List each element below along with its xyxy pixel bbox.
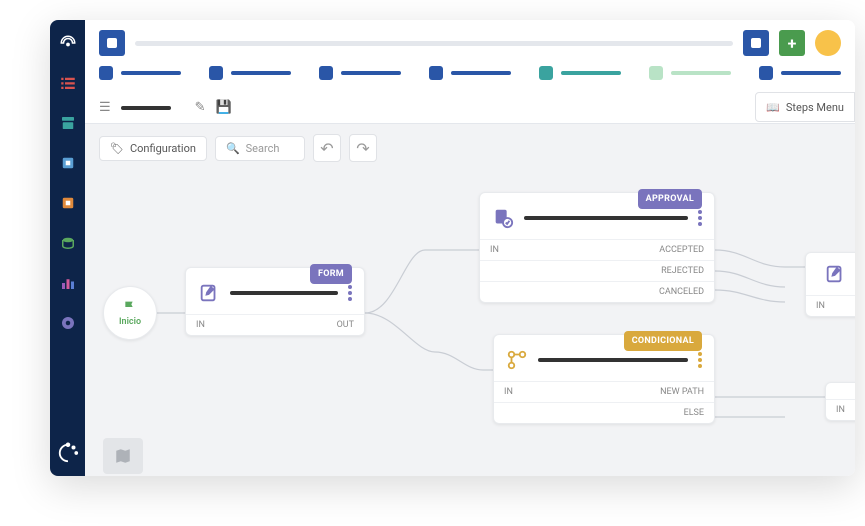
right-mini-node[interactable]: IN [825, 382, 855, 421]
port-newpath: NEW PATH [660, 387, 704, 397]
search-input[interactable]: 🔍 Search [215, 136, 305, 161]
workspace-title [121, 106, 171, 110]
add-button[interactable]: + [779, 30, 805, 56]
approval-menu-icon[interactable] [698, 210, 702, 226]
start-node[interactable]: Inicio [103, 286, 157, 340]
dashboard-icon[interactable] [57, 32, 79, 54]
workspace-toolbar: ☰ ✎ 💾 ⬇ ⛶ [85, 92, 855, 124]
configuration-button[interactable]: 🏷 Configuration [99, 136, 207, 161]
port-in: IN [490, 245, 499, 255]
conditional-node[interactable]: CONDICIONAL IN NEW PATH ELSE [493, 334, 715, 424]
book-icon: 📖 [766, 101, 780, 114]
canvas[interactable]: Inicio FORM IN OUT APPROVAL [85, 172, 855, 476]
form-title [230, 291, 338, 295]
list-icon[interactable] [57, 72, 79, 94]
page-title [135, 41, 733, 46]
approval-node[interactable]: APPROVAL IN ACCEPTED REJECTED CANCELED [479, 192, 715, 303]
form-menu-icon[interactable] [348, 285, 352, 301]
workspace: ☰ ✎ 💾 ⬇ ⛶ 🏷 Configuration 🔍 Search ↶ ↷ [85, 92, 855, 476]
map-icon [114, 447, 132, 465]
form-icon [198, 282, 220, 304]
port-in: IN [196, 320, 205, 330]
action-button[interactable] [743, 30, 769, 56]
form-node[interactable]: FORM IN OUT [185, 267, 365, 336]
config-bar: 🏷 Configuration 🔍 Search ↶ ↷ [85, 124, 855, 172]
save-icon[interactable]: 💾 [216, 100, 232, 115]
start-label: Inicio [119, 317, 141, 327]
edit-icon [824, 263, 846, 285]
main: + ☰ ✎ 💾 ⬇ ⛶ 🏷 [85, 20, 855, 476]
port-else: ELSE [684, 408, 704, 418]
archive-icon[interactable] [57, 112, 79, 134]
tab[interactable] [209, 66, 291, 80]
app-frame: + ☰ ✎ 💾 ⬇ ⛶ 🏷 [50, 20, 855, 476]
logo-icon [57, 442, 79, 464]
search-icon: 🔍 [226, 142, 240, 155]
menu-icon[interactable]: ☰ [99, 100, 111, 115]
port-rejected: REJECTED [661, 266, 704, 276]
tab[interactable] [649, 66, 731, 80]
module-b-icon[interactable] [57, 192, 79, 214]
home-button[interactable] [99, 30, 125, 56]
redo-button[interactable]: ↷ [349, 134, 377, 162]
analytics-icon[interactable] [57, 272, 79, 294]
port-out: OUT [337, 320, 354, 330]
tab[interactable] [99, 66, 181, 80]
tab[interactable] [539, 66, 621, 80]
edit-mini-node[interactable]: IN [805, 252, 855, 317]
port-canceled: CANCELED [659, 287, 704, 297]
undo-button[interactable]: ↶ [313, 134, 341, 162]
flag-icon [122, 299, 138, 315]
tab[interactable] [429, 66, 511, 80]
tab[interactable] [759, 66, 841, 80]
module-a-icon[interactable] [57, 152, 79, 174]
edit-icon[interactable]: ✎ [195, 100, 206, 115]
conditional-menu-icon[interactable] [698, 352, 702, 368]
port-accepted: ACCEPTED [659, 245, 704, 255]
minimap-button[interactable] [103, 438, 143, 474]
steps-menu-button[interactable]: 📖 Steps Menu [755, 92, 855, 122]
approval-icon [492, 207, 514, 229]
conditional-title [538, 358, 688, 362]
sidebar [50, 20, 85, 476]
port-in: IN [816, 301, 825, 311]
branch-icon [506, 349, 528, 371]
form-tag: FORM [310, 264, 352, 284]
settings-icon[interactable] [57, 312, 79, 334]
avatar[interactable] [815, 30, 841, 56]
tag-icon: 🏷 [110, 142, 124, 155]
tabs [85, 66, 855, 92]
port-in: IN [504, 387, 513, 397]
finance-icon[interactable] [57, 232, 79, 254]
approval-title [524, 216, 688, 220]
conditional-tag: CONDICIONAL [624, 331, 702, 351]
topbar: + [85, 20, 855, 66]
port-in: IN [836, 405, 845, 415]
approval-tag: APPROVAL [638, 189, 702, 209]
tab[interactable] [319, 66, 401, 80]
